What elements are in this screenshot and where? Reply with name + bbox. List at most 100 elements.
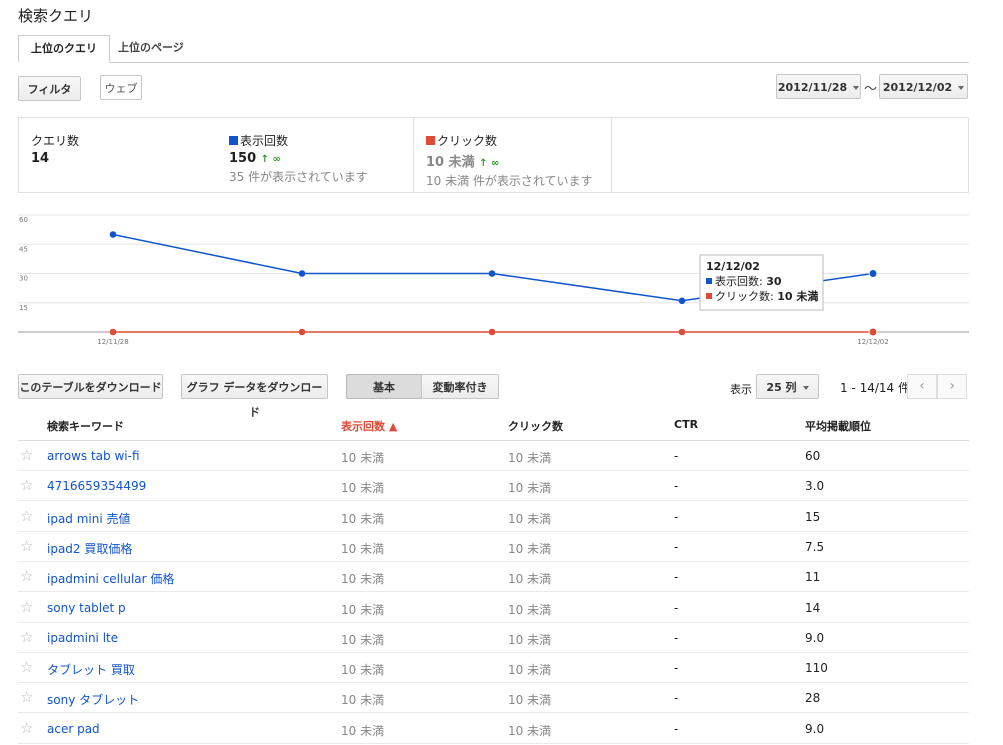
ctr-cell: - <box>674 449 679 463</box>
star-icon[interactable]: ☆ <box>20 446 33 464</box>
next-page-button[interactable]: › <box>937 374 967 399</box>
header-ctr[interactable]: CTR <box>674 418 698 431</box>
x-tick-label: 12/12/02 <box>857 338 888 346</box>
x-tick-label: 12/11/28 <box>97 338 128 346</box>
clicks-cell: 10 未満 <box>508 572 552 587</box>
impressions-cell: 10 未満 <box>341 693 385 708</box>
tooltip-date: 12/12/02 <box>706 260 760 273</box>
star-icon[interactable]: ☆ <box>20 628 33 646</box>
keyword-link[interactable]: ipad mini 売値 <box>47 510 131 527</box>
keyword-link[interactable]: ipadmini cellular 価格 <box>47 570 174 587</box>
clicks-change: ↑ ∞ <box>479 158 500 169</box>
star-icon[interactable]: ☆ <box>20 688 33 706</box>
impressions-cell: 10 未満 <box>341 451 385 465</box>
table-row: ☆ ipadmini lte 10 未満 10 未満 - 9.0 <box>18 623 969 653</box>
queries-label: クエリ数 <box>31 134 80 148</box>
avg-position-cell: 28 <box>805 691 821 706</box>
avg-position-cell: 14 <box>805 600 821 615</box>
header-impressions[interactable]: 表示回数 ▲ <box>341 418 397 434</box>
view-change-button[interactable]: 変動率付き <box>421 374 499 399</box>
avg-position-cell: 9.0 <box>805 630 825 645</box>
header-clicks[interactable]: クリック数 <box>508 418 563 434</box>
avg-position-cell: 3.0 <box>805 479 825 494</box>
keyword-link[interactable]: sony tablet p <box>47 601 126 615</box>
table-row: ☆ ipadmini cellular 価格 10 未満 10 未満 - 11 <box>18 562 969 593</box>
impressions-cell: 10 未満 <box>341 572 385 587</box>
star-icon[interactable]: ☆ <box>20 567 33 585</box>
star-icon[interactable]: ☆ <box>20 476 33 494</box>
clicks-sub: 10 未満 件が表示されています <box>426 174 593 188</box>
y-tick-label: 15 <box>19 304 28 312</box>
star-icon[interactable]: ☆ <box>20 658 33 676</box>
metric-impressions[interactable]: 表示回数 150 ↑ ∞ 35 件が表示されています <box>217 118 413 192</box>
prev-page-button[interactable]: ‹ <box>907 374 937 399</box>
star-icon[interactable]: ☆ <box>20 537 33 555</box>
keyword-link[interactable]: sony タブレット <box>47 691 139 708</box>
ctr-cell: - <box>674 509 679 524</box>
header-avg-position[interactable]: 平均掲載順位 <box>805 418 871 434</box>
data-point[interactable] <box>868 327 878 337</box>
clicks-cell: 10 未満 <box>508 602 552 617</box>
clicks-label: クリック数 <box>437 134 498 148</box>
keyword-link[interactable]: acer pad <box>47 722 100 736</box>
data-point[interactable] <box>678 297 686 305</box>
data-point[interactable] <box>488 328 496 336</box>
view-basic-button[interactable]: 基本 <box>346 374 422 399</box>
metric-queries: クエリ数 14 <box>19 118 217 192</box>
end-date-select[interactable]: 2012/12/02 <box>879 74 968 99</box>
star-icon[interactable]: ☆ <box>20 598 33 616</box>
data-point[interactable] <box>298 328 306 336</box>
download-table-button[interactable]: このテーブルをダウンロード <box>18 374 163 399</box>
impressions-cell: 10 未満 <box>341 663 385 678</box>
star-icon[interactable]: ☆ <box>20 719 33 737</box>
table-row: ☆ sony tablet p 10 未満 10 未満 - 14 <box>18 593 969 623</box>
avg-position-cell: 60 <box>805 449 821 463</box>
filter-button[interactable]: フィルタ <box>18 76 81 101</box>
chevron-down-icon <box>802 386 809 390</box>
metric-clicks[interactable]: クリック数 10 未満 ↑ ∞ 10 未満 件が表示されています <box>413 118 612 192</box>
tab-bar: 上位のクエリ 上位のページ <box>18 35 969 63</box>
rows-per-page-select[interactable]: 25 列 <box>756 374 819 399</box>
tab-top-pages[interactable]: 上位のページ <box>106 35 196 61</box>
avg-position-cell: 9.0 <box>805 721 825 736</box>
impressions-change: ↑ ∞ <box>260 154 281 165</box>
impressions-label: 表示回数 <box>240 134 289 148</box>
avg-position-cell: 7.5 <box>805 539 825 554</box>
star-icon[interactable]: ☆ <box>20 507 33 525</box>
clicks-cell: 10 未満 <box>508 723 552 738</box>
chevron-left-icon: ‹ <box>919 378 925 394</box>
keyword-link[interactable]: arrows tab wi-fi <box>47 449 140 463</box>
tab-top-queries[interactable]: 上位のクエリ <box>18 35 110 63</box>
data-point[interactable] <box>868 269 878 278</box>
web-filter-chip[interactable]: ウェブ <box>100 75 142 100</box>
clicks-cell: 10 未満 <box>508 693 552 708</box>
header-keyword[interactable]: 検索キーワード <box>47 418 124 434</box>
data-point[interactable] <box>298 270 306 277</box>
clicks-value: 10 未満 <box>426 155 475 170</box>
table-row: ☆ ipad2 買取価格 10 未満 10 未満 - 7.5 <box>18 532 969 562</box>
data-point[interactable] <box>109 328 117 336</box>
download-chart-button[interactable]: グラフ データをダウンロード <box>181 374 328 419</box>
keyword-link[interactable]: タブレット 買取 <box>47 661 135 678</box>
date-separator: 〜 <box>864 82 878 97</box>
impressions-sub: 35 件が表示されています <box>229 170 368 184</box>
data-point[interactable] <box>488 270 496 277</box>
impressions-value: 150 <box>229 151 257 166</box>
keyword-link[interactable]: ipad2 買取価格 <box>47 540 132 557</box>
start-date-select[interactable]: 2012/11/28 <box>776 74 861 99</box>
keyword-link[interactable]: 4716659354499 <box>47 479 146 493</box>
queries-value: 14 <box>31 151 50 166</box>
clicks-cell: 10 未満 <box>508 663 552 678</box>
start-date-value: 2012/11/28 <box>777 81 848 94</box>
table-row: ☆ arrows tab wi-fi 10 未満 10 未満 - 60 <box>18 441 969 471</box>
keyword-link[interactable]: ipadmini lte <box>47 631 118 645</box>
red-square-icon <box>706 293 712 299</box>
rows-per-page-value: 25 列 <box>766 381 797 394</box>
chevron-right-icon: › <box>949 378 955 394</box>
table-header: 検索キーワード 表示回数 ▲ クリック数 CTR 平均掲載順位 <box>18 410 969 441</box>
data-point[interactable] <box>678 328 686 336</box>
ctr-cell: - <box>674 691 679 706</box>
table-row: ☆ sony タブレット 10 未満 10 未満 - 28 <box>18 683 969 714</box>
data-point[interactable] <box>109 231 117 238</box>
clicks-cell: 10 未満 <box>508 481 552 496</box>
